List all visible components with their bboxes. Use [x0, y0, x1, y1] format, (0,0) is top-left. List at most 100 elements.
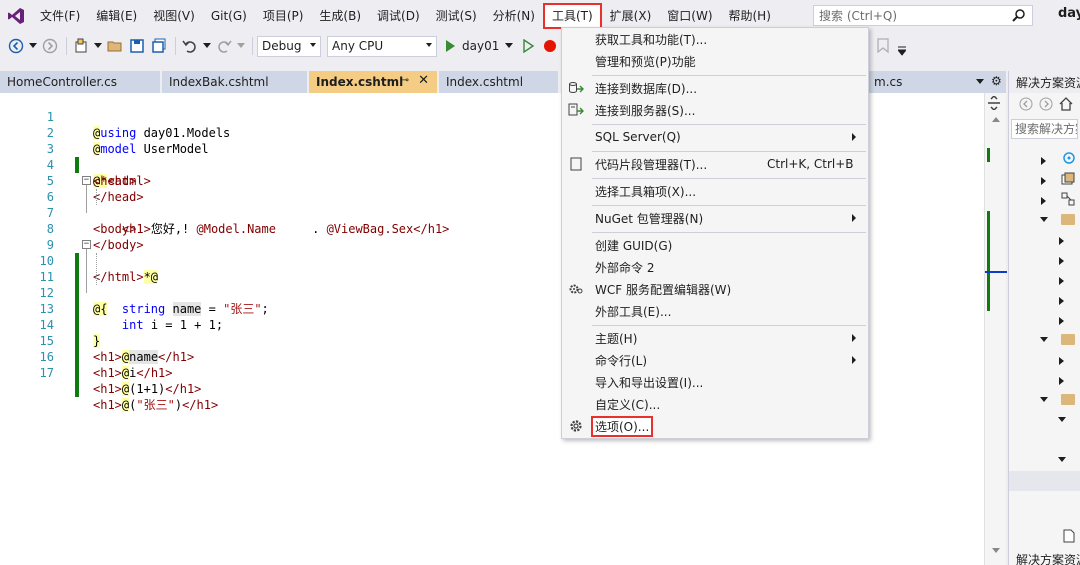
tree-item[interactable] — [1009, 251, 1080, 271]
menu-item-external-tools[interactable]: 外部工具(E)... — [562, 300, 868, 322]
expand-icon[interactable] — [1059, 357, 1064, 365]
expand-icon[interactable] — [1041, 197, 1046, 205]
menu-debug[interactable]: 调试(D) — [369, 4, 428, 28]
toolbar-overflow-icon[interactable] — [896, 45, 908, 59]
collapse-icon[interactable] — [1040, 217, 1048, 222]
tree-item[interactable] — [1009, 271, 1080, 291]
bookmark-icon[interactable] — [876, 38, 890, 57]
new-project-icon[interactable] — [71, 36, 91, 56]
pin-icon[interactable]: ⊸ — [401, 75, 409, 86]
tab-index[interactable]: Index.cshtml — [439, 71, 559, 93]
expand-icon[interactable] — [1059, 257, 1064, 265]
expand-icon[interactable] — [1059, 317, 1064, 325]
menu-edit[interactable]: 编辑(E) — [88, 4, 145, 28]
expand-icon[interactable] — [1041, 177, 1046, 185]
editor-vertical-scrollbar[interactable] — [984, 93, 1007, 565]
visual-studio-logo-icon[interactable] — [0, 0, 32, 31]
forward-icon[interactable] — [40, 36, 60, 56]
forward-icon[interactable] — [1039, 97, 1053, 114]
menu-item-get-tools[interactable]: 获取工具和功能(T)... — [562, 28, 868, 50]
tree-item[interactable] — [1009, 371, 1080, 391]
menu-test[interactable]: 测试(S) — [428, 4, 485, 28]
search-icon[interactable] — [1012, 8, 1026, 25]
tree-item[interactable] — [1009, 171, 1080, 191]
collapse-icon[interactable] — [1058, 457, 1066, 462]
tree-item[interactable] — [1009, 451, 1080, 471]
scroll-down-icon[interactable] — [992, 548, 1000, 553]
back-icon[interactable] — [1019, 97, 1033, 114]
menu-item-external-command-2[interactable]: 外部命令 2 — [562, 256, 868, 278]
menu-item-nuget[interactable]: NuGet 包管理器(N) — [562, 207, 868, 229]
split-editor-icon[interactable] — [987, 94, 1001, 113]
new-dropdown-icon[interactable] — [93, 36, 103, 56]
back-dropdown-icon[interactable] — [28, 36, 38, 56]
platform-select[interactable]: Any CPU — [327, 35, 437, 57]
open-folder-icon[interactable] — [105, 36, 125, 56]
menu-git[interactable]: Git(G) — [203, 4, 255, 28]
redo-icon[interactable] — [214, 36, 234, 56]
collapse-icon[interactable] — [1058, 417, 1066, 422]
stop-icon[interactable] — [540, 36, 560, 56]
tree-item[interactable] — [1009, 411, 1080, 431]
expand-icon[interactable] — [1041, 157, 1046, 165]
scroll-up-icon[interactable] — [992, 117, 1000, 122]
start-without-debugging-icon[interactable] — [518, 36, 538, 56]
menu-item-options[interactable]: 选项(O)... — [562, 415, 868, 437]
menu-analyze[interactable]: 分析(N) — [485, 4, 543, 28]
menu-help[interactable]: 帮助(H) — [721, 4, 779, 28]
tree-item[interactable] — [1009, 191, 1080, 211]
save-all-icon[interactable] — [149, 36, 169, 56]
menu-build[interactable]: 生成(B) — [311, 4, 369, 28]
collapse-icon[interactable]: − — [82, 176, 91, 185]
solution-search-input[interactable]: 搜索解决方案资源管理器 — [1011, 119, 1078, 139]
menu-item-import-export-settings[interactable]: 导入和导出设置(I)... — [562, 371, 868, 393]
home-icon[interactable] — [1059, 96, 1073, 114]
save-icon[interactable] — [127, 36, 147, 56]
gear-icon[interactable]: ⚙ — [991, 74, 1002, 88]
expand-icon[interactable] — [1059, 237, 1064, 245]
menu-tools[interactable]: 工具(T) — [542, 2, 602, 29]
tab-index-active[interactable]: Index.cshtml ⊸ ✕ — [309, 71, 438, 93]
menu-item-wcf-editor[interactable]: WCF 服务配置编辑器(W) — [562, 278, 868, 300]
start-debugging-button[interactable]: day01 — [443, 36, 514, 57]
collapse-icon[interactable] — [1040, 397, 1048, 402]
tab-homecontroller[interactable]: HomeController.cs — [0, 71, 161, 93]
menu-item-theme[interactable]: 主题(H) — [562, 327, 868, 349]
collapse-icon[interactable] — [1040, 337, 1048, 342]
tree-item[interactable] — [1009, 151, 1080, 171]
close-icon[interactable]: ✕ — [418, 73, 429, 88]
undo-icon[interactable] — [180, 36, 200, 56]
solution-explorer-tab[interactable]: 解决方案资源管理器 — [1009, 551, 1080, 565]
tree-item[interactable] — [1009, 351, 1080, 371]
menu-item-connect-server[interactable]: 连接到服务器(S)... — [562, 99, 868, 121]
tree-item[interactable] — [1009, 231, 1080, 251]
menu-project[interactable]: 项目(P) — [255, 4, 312, 28]
tree-item[interactable] — [1009, 331, 1080, 351]
menu-item-manage-preview[interactable]: 管理和预览(P)功能 — [562, 50, 868, 72]
tree-item[interactable] — [1009, 291, 1080, 311]
expand-icon[interactable] — [1059, 377, 1064, 385]
expand-icon[interactable] — [1059, 297, 1064, 305]
expand-icon[interactable] — [1059, 277, 1064, 285]
back-icon[interactable] — [6, 36, 26, 56]
menu-window[interactable]: 窗口(W) — [659, 4, 720, 28]
tree-item[interactable] — [1009, 311, 1080, 331]
menu-item-sql-server[interactable]: SQL Server(Q) — [562, 126, 868, 148]
menu-item-command-line[interactable]: 命令行(L) — [562, 349, 868, 371]
tab-overflow[interactable]: m.cs — [860, 71, 1006, 93]
menu-item-create-guid[interactable]: 创建 GUID(G) — [562, 234, 868, 256]
tab-list-dropdown-icon[interactable] — [976, 79, 984, 84]
search-input[interactable]: 搜索 (Ctrl+Q) — [813, 5, 1033, 26]
menu-view[interactable]: 视图(V) — [145, 4, 203, 28]
menu-item-connect-database[interactable]: 连接到数据库(D)... — [562, 77, 868, 99]
tree-item[interactable] — [1009, 391, 1080, 411]
menu-item-snippet-manager[interactable]: 代码片段管理器(T)... Ctrl+K, Ctrl+B — [562, 153, 868, 175]
configuration-select[interactable]: Debug — [257, 35, 321, 57]
tree-item[interactable] — [1009, 211, 1080, 231]
redo-dropdown-icon[interactable] — [236, 36, 246, 56]
menu-item-choose-toolbox-items[interactable]: 选择工具箱项(X)... — [562, 180, 868, 202]
menu-item-customize[interactable]: 自定义(C)... — [562, 393, 868, 415]
undo-dropdown-icon[interactable] — [202, 36, 212, 56]
tab-indexbak[interactable]: IndexBak.cshtml — [162, 71, 308, 93]
menu-file[interactable]: 文件(F) — [32, 4, 88, 28]
